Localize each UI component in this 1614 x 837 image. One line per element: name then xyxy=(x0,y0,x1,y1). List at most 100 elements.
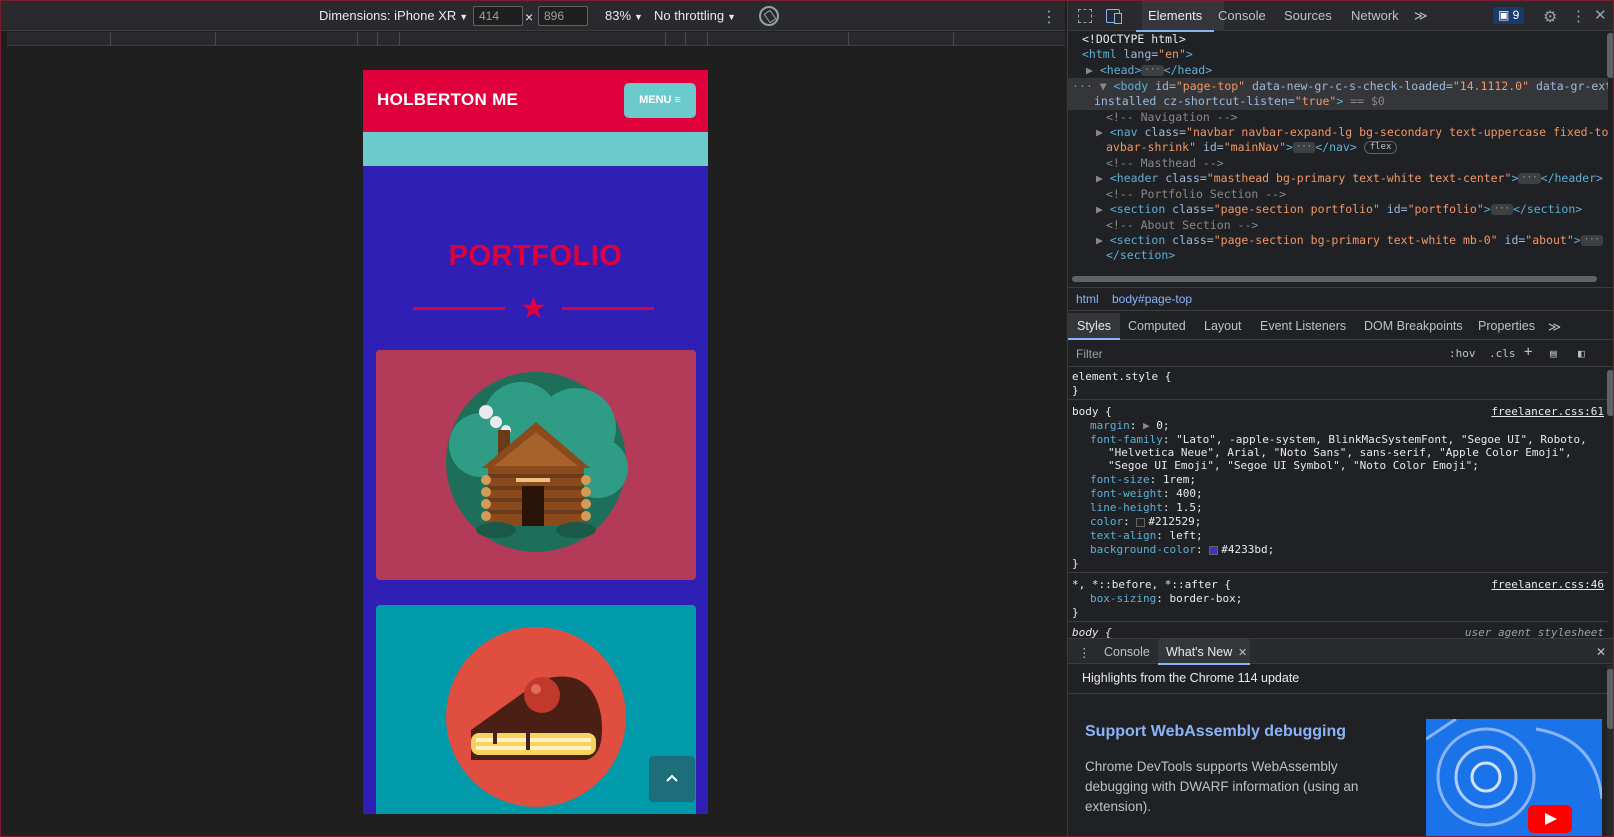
device-toggle-icon[interactable] xyxy=(1106,9,1122,24)
portfolio-heading: PORTFOLIO xyxy=(448,240,623,272)
divider-line-right xyxy=(562,307,654,310)
drawer-tab-whats-new[interactable]: What's New xyxy=(1166,645,1232,659)
css-declaration[interactable]: font-family: "Lato", -apple-system, Blin… xyxy=(1090,433,1587,447)
drawer-tabbar: ⋮ Console What's New ✕ ✕ xyxy=(1068,638,1613,665)
dom-comment[interactable]: <!-- Masthead --> xyxy=(1106,156,1224,172)
dom-line[interactable]: ▶ <section class="page-section bg-primar… xyxy=(1096,233,1603,249)
throttling-dropdown[interactable]: No throttling ▼ xyxy=(654,8,736,23)
dom-tree: <!DOCTYPE html> <html lang="en"> ▶ <head… xyxy=(1068,31,1608,276)
width-input[interactable]: 414 xyxy=(473,6,523,26)
dom-line-selected[interactable]: ··· ▼ <body id="page-top" data-new-gr-c-… xyxy=(1072,79,1608,95)
css-source-link[interactable]: freelancer.css:61 xyxy=(1491,405,1604,419)
dom-comment[interactable]: <!-- Navigation --> xyxy=(1106,110,1238,126)
css-declaration[interactable]: color: #212529; xyxy=(1090,515,1201,529)
dom-line[interactable]: ▶ <nav class="navbar navbar-expand-lg bg… xyxy=(1096,125,1608,141)
feature-title-link[interactable]: Support WebAssembly debugging xyxy=(1085,723,1346,741)
css-declaration[interactable]: margin: ▶ 0; xyxy=(1090,419,1170,433)
close-icon[interactable]: ✕ xyxy=(1594,6,1607,24)
color-swatch[interactable] xyxy=(1136,517,1146,527)
dom-line[interactable]: <!DOCTYPE html> xyxy=(1082,32,1186,48)
css-declaration-cont: "Helvetica Neue", Arial, "Noto Sans", sa… xyxy=(1108,446,1572,459)
devtools-menu-icon[interactable]: ⋮ xyxy=(1571,7,1586,25)
dom-comment[interactable]: <!-- About Section --> xyxy=(1106,218,1258,234)
sidebar-toggle-icon[interactable]: ◧ xyxy=(1578,347,1585,360)
tab-event-listeners[interactable]: Event Listeners xyxy=(1260,319,1346,333)
tab-layout[interactable]: Layout xyxy=(1204,319,1242,333)
wasm-graphic xyxy=(1426,719,1602,827)
device-emulation-pane: Dimensions: iPhone XR ▼ 414 × 896 83% ▼ No… xyxy=(1,1,1065,836)
media-query-ruler[interactable] xyxy=(7,32,1065,46)
whats-new-scrollbar[interactable] xyxy=(1607,665,1613,836)
back-to-top-button[interactable] xyxy=(649,756,695,802)
tab-styles[interactable]: Styles xyxy=(1077,319,1111,333)
body-rule-selector[interactable]: body { xyxy=(1072,405,1112,419)
dimensions-dropdown[interactable]: Dimensions: iPhone XR ▼ xyxy=(319,8,468,23)
issues-badge[interactable]: ▣ 9 xyxy=(1493,7,1525,24)
ua-rule-selector[interactable]: body { xyxy=(1072,626,1112,638)
tab-sources[interactable]: Sources xyxy=(1284,8,1332,23)
dom-comment[interactable]: <!-- Portfolio Section --> xyxy=(1106,187,1286,203)
dom-line-cont[interactable]: avbar-shrink" id="mainNav"> ··· </nav> fle… xyxy=(1106,140,1398,156)
tab-dom-breakpoints[interactable]: DOM Breakpoints xyxy=(1364,319,1463,333)
dom-line[interactable]: ▶ <head> ··· </head> xyxy=(1086,63,1212,79)
element-style-rule[interactable]: element.style { xyxy=(1072,370,1171,384)
dom-horizontal-scrollbar[interactable] xyxy=(1072,276,1597,282)
zoom-dropdown[interactable]: 83% ▼ xyxy=(605,8,643,23)
css-declaration[interactable]: font-size: 1rem; xyxy=(1090,473,1196,487)
css-declaration[interactable]: line-height: 1.5; xyxy=(1090,501,1203,515)
browser-window: Dimensions: iPhone XR ▼ 414 × 896 83% ▼ No… xyxy=(0,0,1614,837)
site-navbar: HOLBERTON ME MENU ≡ xyxy=(363,70,708,132)
css-declaration[interactable]: font-weight: 400; xyxy=(1090,487,1203,501)
filter-input[interactable]: Filter xyxy=(1076,347,1103,361)
dom-line[interactable]: ▶ <section class="page-section portfolio… xyxy=(1096,202,1582,218)
hov-toggle[interactable]: :hov xyxy=(1449,347,1476,360)
flex-badge[interactable]: flex xyxy=(1363,141,1398,154)
close-tab-icon[interactable]: ✕ xyxy=(1238,646,1247,659)
menu-button[interactable]: MENU ≡ xyxy=(624,83,696,118)
more-tabs-icon[interactable]: ≫ xyxy=(1548,319,1561,334)
tab-console[interactable]: Console xyxy=(1218,8,1266,23)
youtube-play-icon[interactable] xyxy=(1528,805,1572,833)
styles-scrollbar[interactable] xyxy=(1607,370,1613,416)
more-options-icon[interactable]: ⋮ xyxy=(1041,7,1057,27)
add-rule-icon[interactable]: + xyxy=(1524,344,1532,360)
height-input[interactable]: 896 xyxy=(538,6,588,26)
css-declaration[interactable]: background-color: #4233bd; xyxy=(1090,543,1274,557)
site-brand[interactable]: HOLBERTON ME xyxy=(377,90,518,110)
whats-new-heading: Highlights from the Chrome 114 update xyxy=(1082,671,1300,685)
video-thumbnail[interactable] xyxy=(1426,719,1602,836)
styles-filter-row: Filter :hov .cls + ▤ ◧ xyxy=(1068,341,1613,367)
dom-line-selected-cont[interactable]: installed cz-shortcut-listen="true"> == … xyxy=(1094,94,1385,110)
dom-line-cont[interactable]: </section> xyxy=(1106,248,1175,264)
drawer-tab-console[interactable]: Console xyxy=(1104,645,1150,659)
more-tabs-icon[interactable]: ≫ xyxy=(1414,8,1428,24)
emulated-mobile-viewport: HOLBERTON ME MENU ≡ PORTFOLIO ★ xyxy=(363,70,708,814)
universal-rule-selector[interactable]: *, *::before, *::after { xyxy=(1072,578,1231,592)
dom-line[interactable]: ▶ <header class="masthead bg-primary tex… xyxy=(1096,171,1603,187)
whats-new-panel: Highlights from the Chrome 114 update Su… xyxy=(1068,665,1613,836)
portfolio-item-cabin[interactable] xyxy=(376,350,696,580)
tab-elements[interactable]: Elements xyxy=(1135,8,1215,32)
css-source-link[interactable]: freelancer.css:46 xyxy=(1491,578,1604,592)
element-picker-icon[interactable] xyxy=(1078,9,1092,23)
breadcrumb-body[interactable]: body#page-top xyxy=(1112,292,1192,306)
gear-icon[interactable]: ⚙ xyxy=(1543,7,1557,27)
rotate-icon[interactable] xyxy=(759,6,779,26)
css-declaration[interactable]: box-sizing: border-box; xyxy=(1090,592,1242,606)
paint-icon[interactable]: ▤ xyxy=(1550,347,1557,360)
breadcrumb-html[interactable]: html xyxy=(1076,292,1099,306)
dom-line[interactable]: <html lang="en"> xyxy=(1082,47,1193,63)
drawer-menu-icon[interactable]: ⋮ xyxy=(1078,645,1091,660)
dom-vertical-scrollbar[interactable] xyxy=(1607,33,1613,78)
tab-properties[interactable]: Properties xyxy=(1478,319,1535,333)
close-drawer-icon[interactable]: ✕ xyxy=(1596,645,1606,659)
styles-tabbar: Styles Computed Layout Event Listeners D… xyxy=(1068,313,1613,340)
color-swatch[interactable] xyxy=(1209,545,1219,555)
portfolio-item-cake[interactable] xyxy=(376,605,696,814)
tab-network[interactable]: Network xyxy=(1351,8,1399,23)
breadcrumb: html body#page-top xyxy=(1068,287,1613,311)
css-declaration[interactable]: text-align: left; xyxy=(1090,529,1203,543)
tab-computed[interactable]: Computed xyxy=(1128,319,1186,333)
cls-toggle[interactable]: .cls xyxy=(1489,347,1516,360)
styles-pane: element.style { } body { freelancer.css:… xyxy=(1068,368,1608,638)
